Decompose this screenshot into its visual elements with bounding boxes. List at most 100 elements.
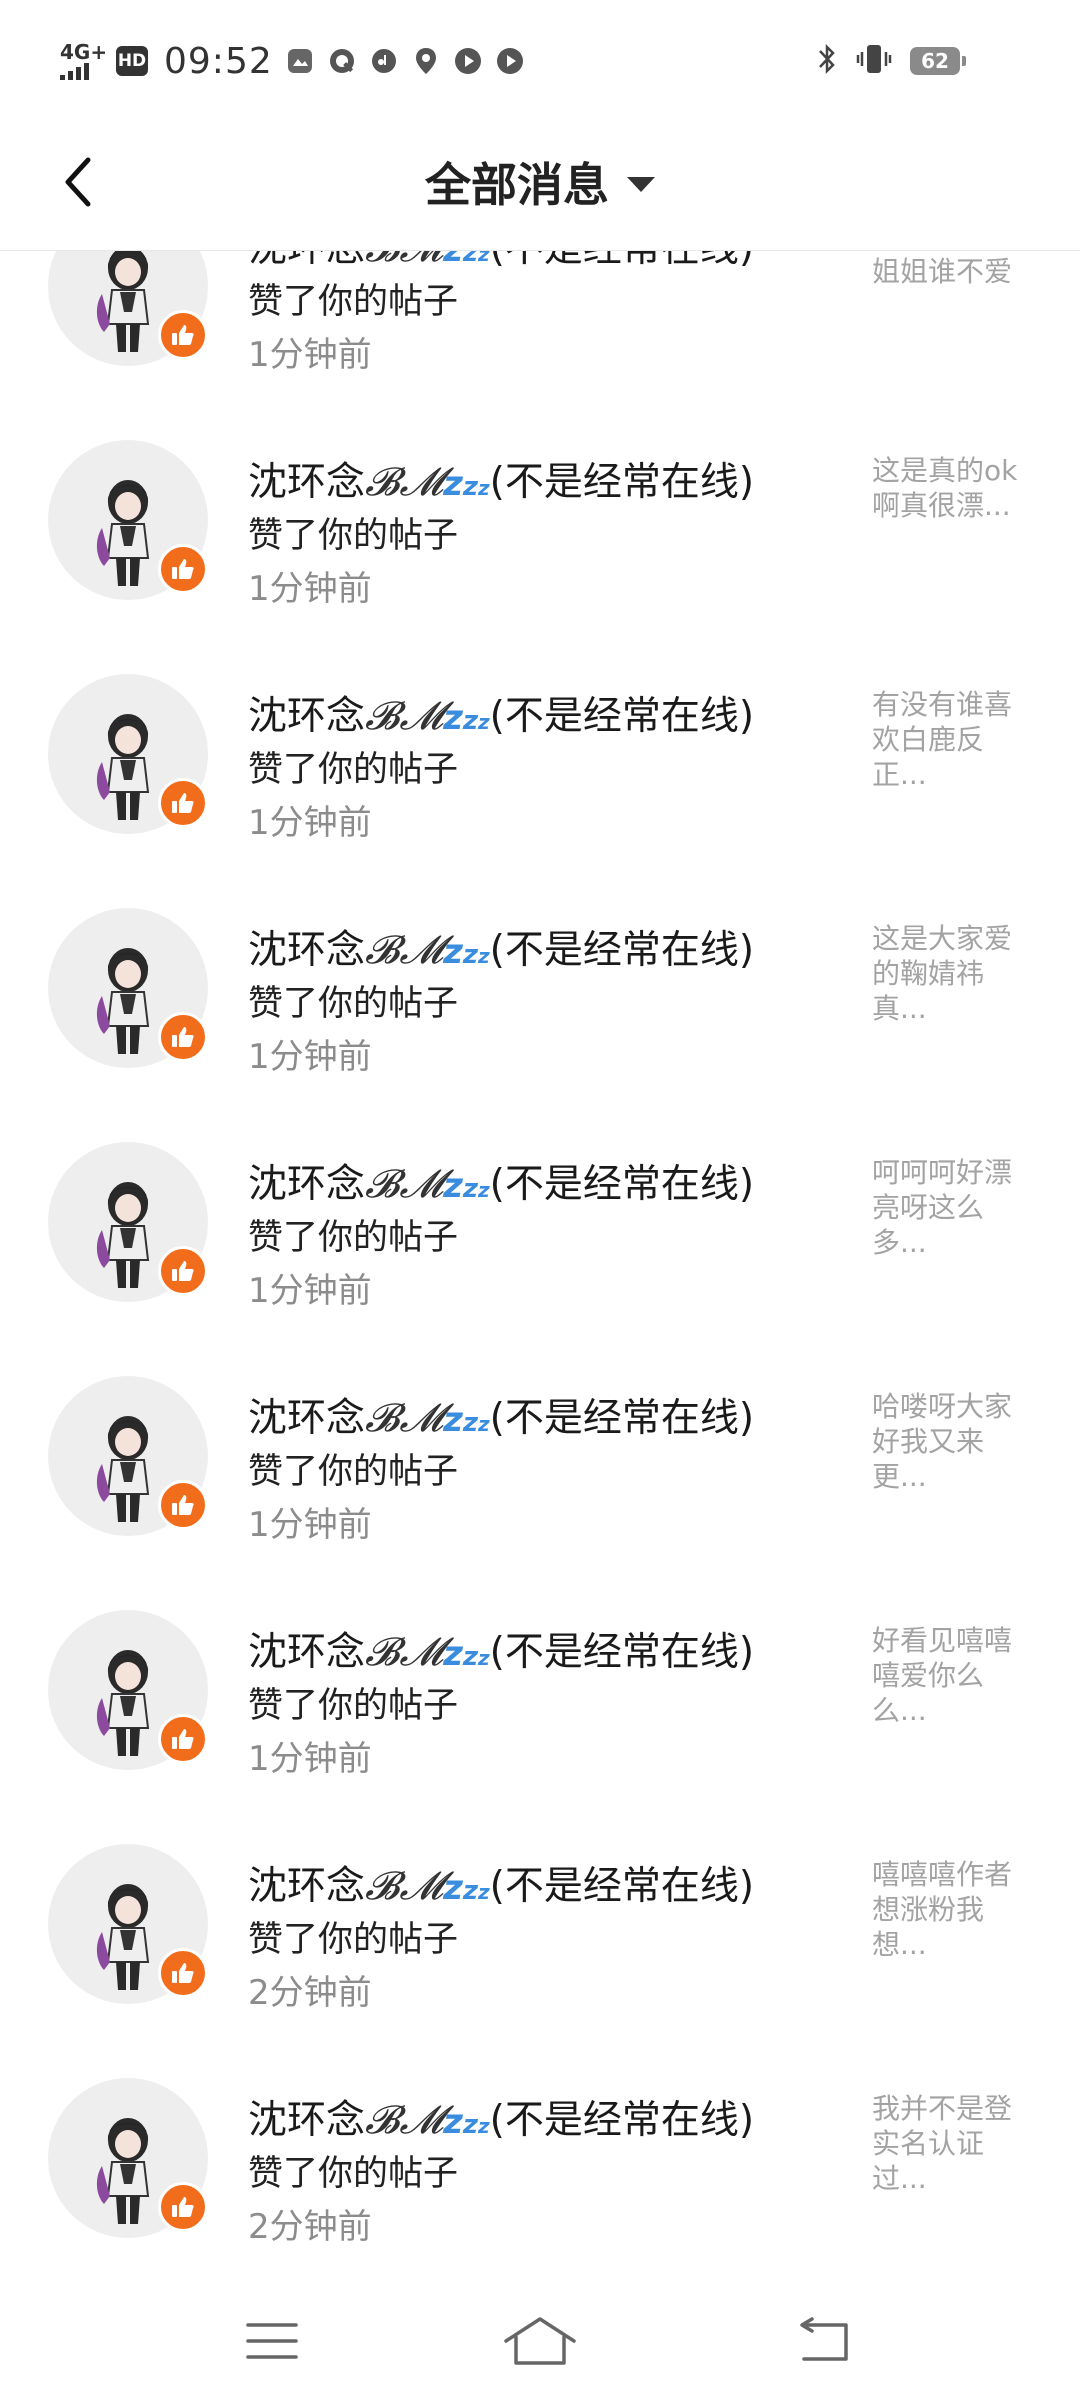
thumbs-up-icon <box>172 1963 194 1983</box>
notification-item[interactable]: 沈环念𝓑𝓜zzz(不是经常在线) 赞了你的帖子 1分钟前 有没有谁喜欢白鹿反正.… <box>0 627 1080 861</box>
menu-icon <box>246 2323 298 2359</box>
avatar[interactable] <box>48 674 208 834</box>
avatar[interactable] <box>48 908 208 1068</box>
avatar[interactable] <box>48 440 208 600</box>
notification-action: 赞了你的帖子 <box>248 750 459 790</box>
thumbs-up-icon <box>172 1027 194 1047</box>
thumbs-up-icon <box>172 1729 194 1749</box>
sleep-zzz-emoji: zzz <box>443 464 490 504</box>
sleep-zzz-text: z <box>443 932 463 972</box>
notification-action: 赞了你的帖子 <box>248 984 459 1024</box>
sender-name[interactable]: 沈环念𝓑𝓜zzz(不是经常在线) <box>248 685 754 741</box>
notification-action: 赞了你的帖子 <box>248 1452 459 1492</box>
sender-name[interactable]: 沈环念𝓑𝓜zzz(不是经常在线) <box>248 919 754 975</box>
thumbs-up-icon <box>172 1495 194 1515</box>
video-notification-icon-2 <box>495 46 525 76</box>
sleep-zzz-emoji: zzz <box>443 250 490 270</box>
signal-bars-icon <box>60 62 89 80</box>
thumbs-up-icon <box>172 1261 194 1281</box>
like-badge <box>158 310 208 360</box>
notification-item[interactable]: 沈环念𝓑𝓜zzz(不是经常在线) 赞了你的帖子 1分钟前 这是真的ok啊真很漂.… <box>0 393 1080 627</box>
notification-time: 1分钟前 <box>248 1271 372 1311</box>
sender-name-script: 𝓑𝓜 <box>365 250 443 271</box>
avatar[interactable] <box>48 2078 208 2238</box>
sender-name[interactable]: 沈环念𝓑𝓜zzz(不是经常在线) <box>248 250 754 273</box>
notification-time: 1分钟前 <box>248 1739 372 1779</box>
post-preview[interactable]: 这是真的ok啊真很漂... <box>872 453 1032 523</box>
notification-list[interactable]: 沈环念𝓑𝓜zzz(不是经常在线) 赞了你的帖子 1分钟前 这么漂亮的姐姐谁不爱 … <box>0 250 1080 2282</box>
like-badge <box>158 1012 208 1062</box>
sender-name-script: 𝓑𝓜 <box>365 1396 444 1441</box>
sleep-zzz-emoji: zzz <box>443 1400 490 1440</box>
sender-name-suffix: (不是经常在线) <box>489 1864 755 1909</box>
sleep-zzz-emoji: zzz <box>443 1634 490 1674</box>
post-preview[interactable]: 好看见嘻嘻嘻爱你么么... <box>872 1623 1032 1728</box>
avatar[interactable] <box>48 1610 208 1770</box>
gallery-notification-icon <box>285 46 315 76</box>
sender-name-script: 𝓑𝓜 <box>365 1864 444 1909</box>
status-bar-right: 62 <box>816 40 966 82</box>
browser-notification-icon <box>327 46 357 76</box>
network-type-label: 4G+ <box>60 40 108 64</box>
sender-name-text: 沈环念 <box>248 1162 366 1207</box>
sender-name-suffix: (不是经常在线) <box>489 1162 755 1207</box>
sleep-zzz-emoji: zzz <box>443 1166 490 1206</box>
notification-item[interactable]: 沈环念𝓑𝓜zzz(不是经常在线) 赞了你的帖子 1分钟前 呵呵呵好漂亮呀这么多.… <box>0 1095 1080 1329</box>
status-bar: 4G+ HD 09:52 62 <box>0 0 1080 122</box>
post-preview[interactable]: 我并不是登实名认证过... <box>872 2091 1032 2196</box>
sender-name-script: 𝓑𝓜 <box>365 460 444 505</box>
sleep-zzz-text: z <box>443 1400 463 1440</box>
post-preview[interactable]: 呵呵呵好漂亮呀这么多... <box>872 1155 1032 1260</box>
notification-action: 赞了你的帖子 <box>248 1218 459 1258</box>
system-navigation-bar <box>0 2282 1080 2400</box>
message-filter-dropdown[interactable]: 全部消息 <box>0 152 1080 212</box>
notification-action: 赞了你的帖子 <box>248 1686 459 1726</box>
notification-item[interactable]: 沈环念𝓑𝓜zzz(不是经常在线) 赞了你的帖子 1分钟前 这是大家爱的鞠婧祎真.… <box>0 861 1080 1095</box>
thumbs-up-icon <box>172 325 194 345</box>
sender-name-script: 𝓑𝓜 <box>365 694 444 739</box>
video-notification-icon <box>453 46 483 76</box>
notification-item[interactable]: 沈环念𝓑𝓜zzz(不是经常在线) 赞了你的帖子 2分钟前 我并不是登实名认证过.… <box>0 2031 1080 2265</box>
avatar[interactable] <box>48 250 208 366</box>
notification-list-content: 沈环念𝓑𝓜zzz(不是经常在线) 赞了你的帖子 1分钟前 这么漂亮的姐姐谁不爱 … <box>0 250 1080 2265</box>
post-preview[interactable]: 有没有谁喜欢白鹿反正... <box>872 687 1032 792</box>
sender-name[interactable]: 沈环念𝓑𝓜zzz(不是经常在线) <box>248 1621 754 1677</box>
avatar[interactable] <box>48 1376 208 1536</box>
notification-item[interactable]: 沈环念𝓑𝓜zzz(不是经常在线) 赞了你的帖子 1分钟前 好看见嘻嘻嘻爱你么么.… <box>0 1563 1080 1797</box>
recent-apps-button[interactable] <box>232 2306 312 2376</box>
notification-item[interactable]: 沈环念𝓑𝓜zzz(不是经常在线) 赞了你的帖子 1分钟前 哈喽呀大家好我又来更.… <box>0 1329 1080 1563</box>
like-badge <box>158 2182 208 2232</box>
sender-name[interactable]: 沈环念𝓑𝓜zzz(不是经常在线) <box>248 2089 754 2145</box>
sleep-zzz-emoji: zzz <box>443 698 490 738</box>
sender-name[interactable]: 沈环念𝓑𝓜zzz(不是经常在线) <box>248 451 754 507</box>
sender-name[interactable]: 沈环念𝓑𝓜zzz(不是经常在线) <box>248 1153 754 1209</box>
caret-down-icon <box>627 176 655 192</box>
post-preview[interactable]: 这么漂亮的姐姐谁不爱 <box>872 250 1032 289</box>
notification-time: 2分钟前 <box>248 2207 372 2247</box>
post-preview[interactable]: 哈喽呀大家好我又来更... <box>872 1389 1032 1494</box>
sender-name-text: 沈环念 <box>248 2098 366 2143</box>
avatar[interactable] <box>48 1844 208 2004</box>
sender-name[interactable]: 沈环念𝓑𝓜zzz(不是经常在线) <box>248 1387 754 1443</box>
post-preview[interactable]: 嘻嘻嘻作者想涨粉我想... <box>872 1857 1032 1962</box>
notification-item[interactable]: 沈环念𝓑𝓜zzz(不是经常在线) 赞了你的帖子 1分钟前 这么漂亮的姐姐谁不爱 <box>0 250 1080 393</box>
sleep-zzz-text: z <box>443 1868 463 1908</box>
back-nav-button[interactable] <box>784 2306 864 2376</box>
battery-indicator: 62 <box>910 47 966 75</box>
bluetooth-icon <box>816 42 838 80</box>
status-time: 09:52 <box>164 40 273 82</box>
sender-name-script: 𝓑𝓜 <box>365 1630 444 1675</box>
sender-name-text: 沈环念 <box>248 1864 366 1909</box>
notification-time: 1分钟前 <box>248 335 372 375</box>
like-badge <box>158 1714 208 1764</box>
home-button[interactable] <box>500 2306 580 2376</box>
sleep-zzz-emoji: zzz <box>443 1868 490 1908</box>
sender-name-text: 沈环念 <box>248 460 366 505</box>
sender-name-text: 沈环念 <box>248 694 366 739</box>
sleep-zzz-text: z <box>443 2102 463 2142</box>
post-preview[interactable]: 这是大家爱的鞠婧祎真... <box>872 921 1032 1026</box>
notification-time: 1分钟前 <box>248 1505 372 1545</box>
avatar[interactable] <box>48 1142 208 1302</box>
sender-name[interactable]: 沈环念𝓑𝓜zzz(不是经常在线) <box>248 1855 754 1911</box>
notification-item[interactable]: 沈环念𝓑𝓜zzz(不是经常在线) 赞了你的帖子 2分钟前 嘻嘻嘻作者想涨粉我想.… <box>0 1797 1080 2031</box>
